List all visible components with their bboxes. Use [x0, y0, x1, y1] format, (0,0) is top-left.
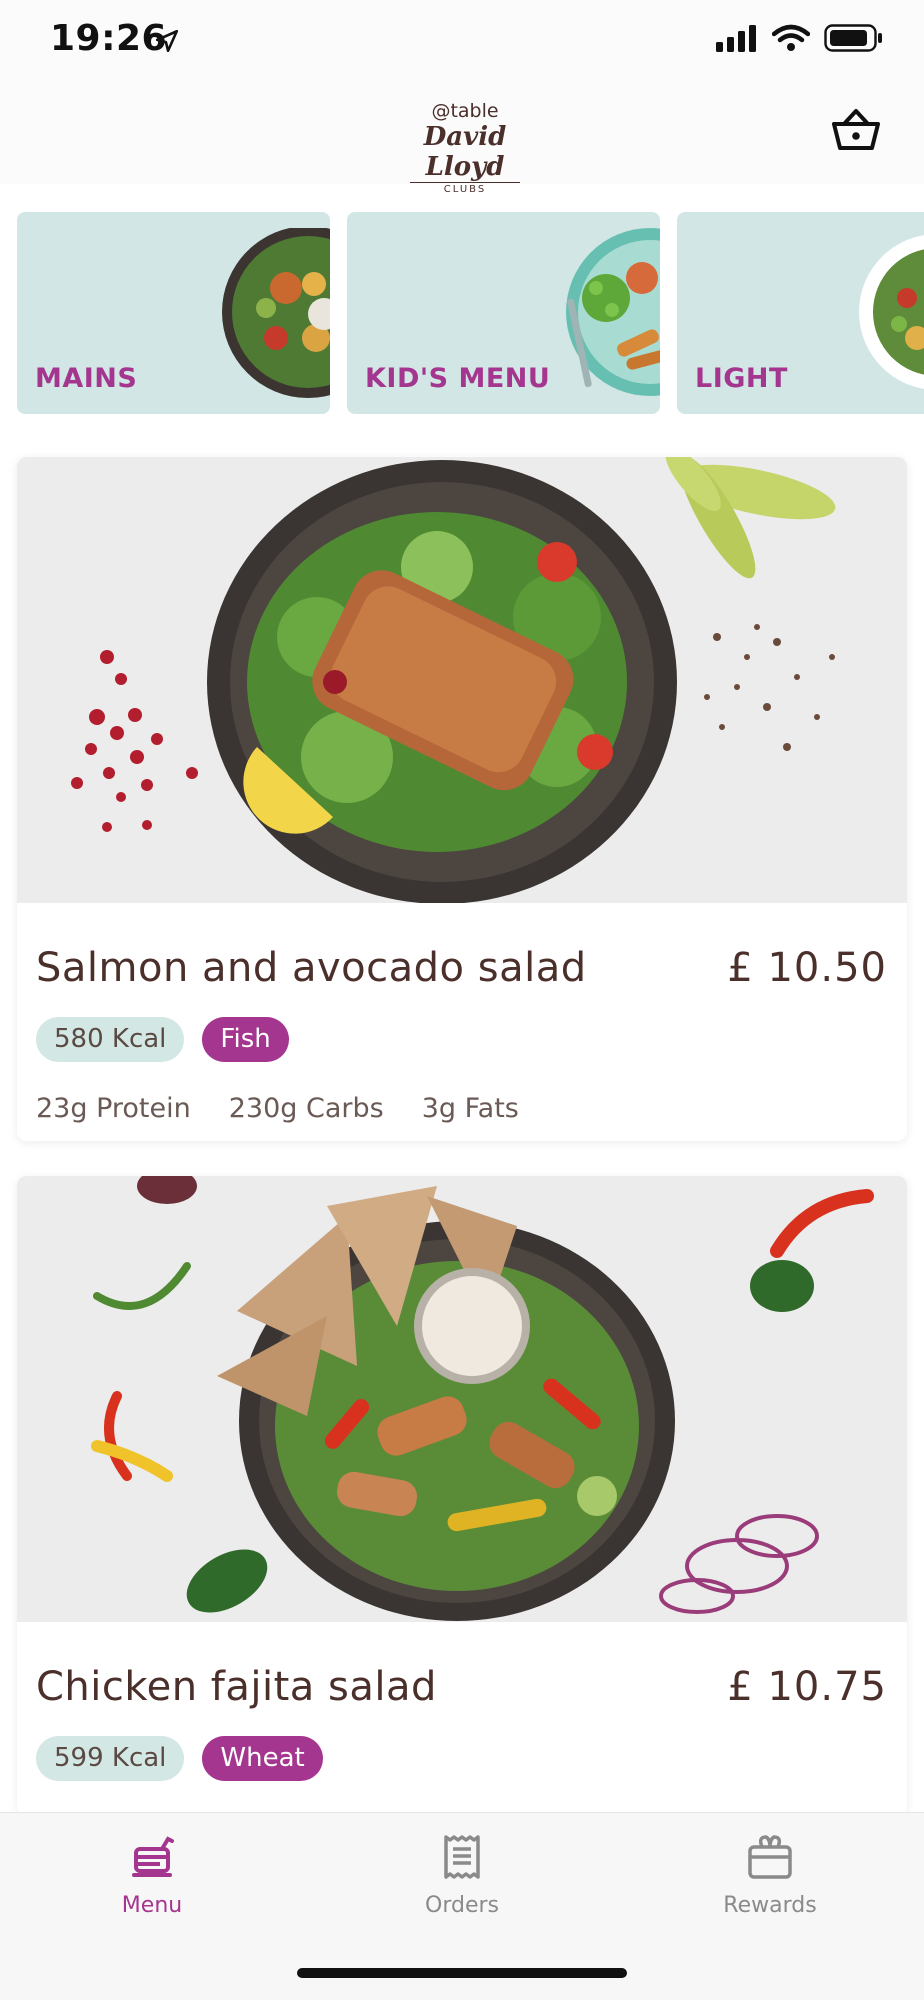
tab-rewards[interactable]: Rewards: [670, 1831, 870, 1918]
kcal-badge: 599 Kcal: [36, 1736, 185, 1781]
dish-details-salmon: Salmon and avocado salad £ 10.50 580 Kca…: [17, 903, 907, 1141]
dish-card-chicken-fajita[interactable]: Chicken fajita salad £ 10.75 599 Kcal Wh…: [17, 1176, 907, 1816]
tab-label-rewards: Rewards: [723, 1893, 817, 1918]
tab-label-orders: Orders: [425, 1893, 499, 1918]
status-time: 19:26: [50, 18, 168, 59]
dish-name: Salmon and avocado salad: [36, 945, 587, 991]
wifi-icon: [772, 24, 810, 51]
dish-macros: 23g Protein 230g Carbs 3g Fats: [36, 1093, 519, 1124]
category-carousel[interactable]: MAINS KID'S MENU LIGHT: [17, 212, 924, 414]
receipt-icon: [444, 1835, 480, 1879]
chicken-fajita-salad-image: [17, 1176, 907, 1622]
category-label-light: LIGHT: [695, 363, 788, 394]
logo-brand: David Lloyd: [423, 122, 507, 182]
dish-name: Chicken fajita salad: [36, 1664, 437, 1710]
macro-fats: 3g Fats: [421, 1093, 519, 1124]
kcal-badge: 580 Kcal: [36, 1017, 185, 1062]
mains-salad-image: [222, 228, 330, 398]
dish-card-salmon[interactable]: Salmon and avocado salad £ 10.50 580 Kca…: [17, 457, 907, 1141]
location-arrow-icon: [155, 29, 179, 53]
category-label-mains: MAINS: [35, 363, 138, 394]
basket-icon[interactable]: [830, 108, 882, 152]
dish-image-chicken-fajita: [17, 1176, 907, 1622]
category-light[interactable]: LIGHT: [677, 212, 924, 414]
macro-protein: 23g Protein: [36, 1093, 191, 1124]
light-salad-image: [859, 235, 924, 389]
status-icons: [716, 24, 884, 52]
logo-at-table: @table: [431, 100, 499, 122]
dish-tags: 580 Kcal Fish: [36, 1017, 289, 1062]
logo-clubs: CLUBS: [410, 182, 520, 197]
allergen-badge: Wheat: [202, 1736, 323, 1781]
battery-icon: [824, 24, 882, 52]
tab-orders[interactable]: Orders: [362, 1831, 562, 1918]
dish-price: £ 10.75: [727, 1664, 887, 1710]
david-lloyd-logo: @table David Lloyd CLUBS: [390, 100, 540, 195]
app-header: @table David Lloyd CLUBS: [0, 82, 924, 195]
gift-icon: [748, 1835, 792, 1879]
signal-icon: [716, 25, 756, 52]
dish-tags: 599 Kcal Wheat: [36, 1736, 323, 1781]
home-indicator[interactable]: [297, 1968, 627, 1978]
tab-label-menu: Menu: [121, 1893, 183, 1918]
dish-price: £ 10.50: [727, 945, 887, 991]
category-label-kids-menu: KID'S MENU: [365, 363, 551, 394]
salmon-salad-image: [17, 457, 907, 903]
kids-menu-plate-image: [566, 228, 660, 396]
allergen-badge: Fish: [202, 1017, 289, 1062]
dish-details-chicken-fajita: Chicken fajita salad £ 10.75 599 Kcal Wh…: [17, 1622, 907, 1816]
macro-carbs: 230g Carbs: [228, 1093, 384, 1124]
category-mains[interactable]: MAINS: [17, 212, 330, 414]
dish-image-salmon: [17, 457, 907, 903]
category-kids-menu[interactable]: KID'S MENU: [347, 212, 660, 414]
tab-menu[interactable]: Menu: [52, 1831, 252, 1918]
menu-tray-icon: [132, 1836, 174, 1877]
status-bar: 19:26: [0, 0, 924, 82]
